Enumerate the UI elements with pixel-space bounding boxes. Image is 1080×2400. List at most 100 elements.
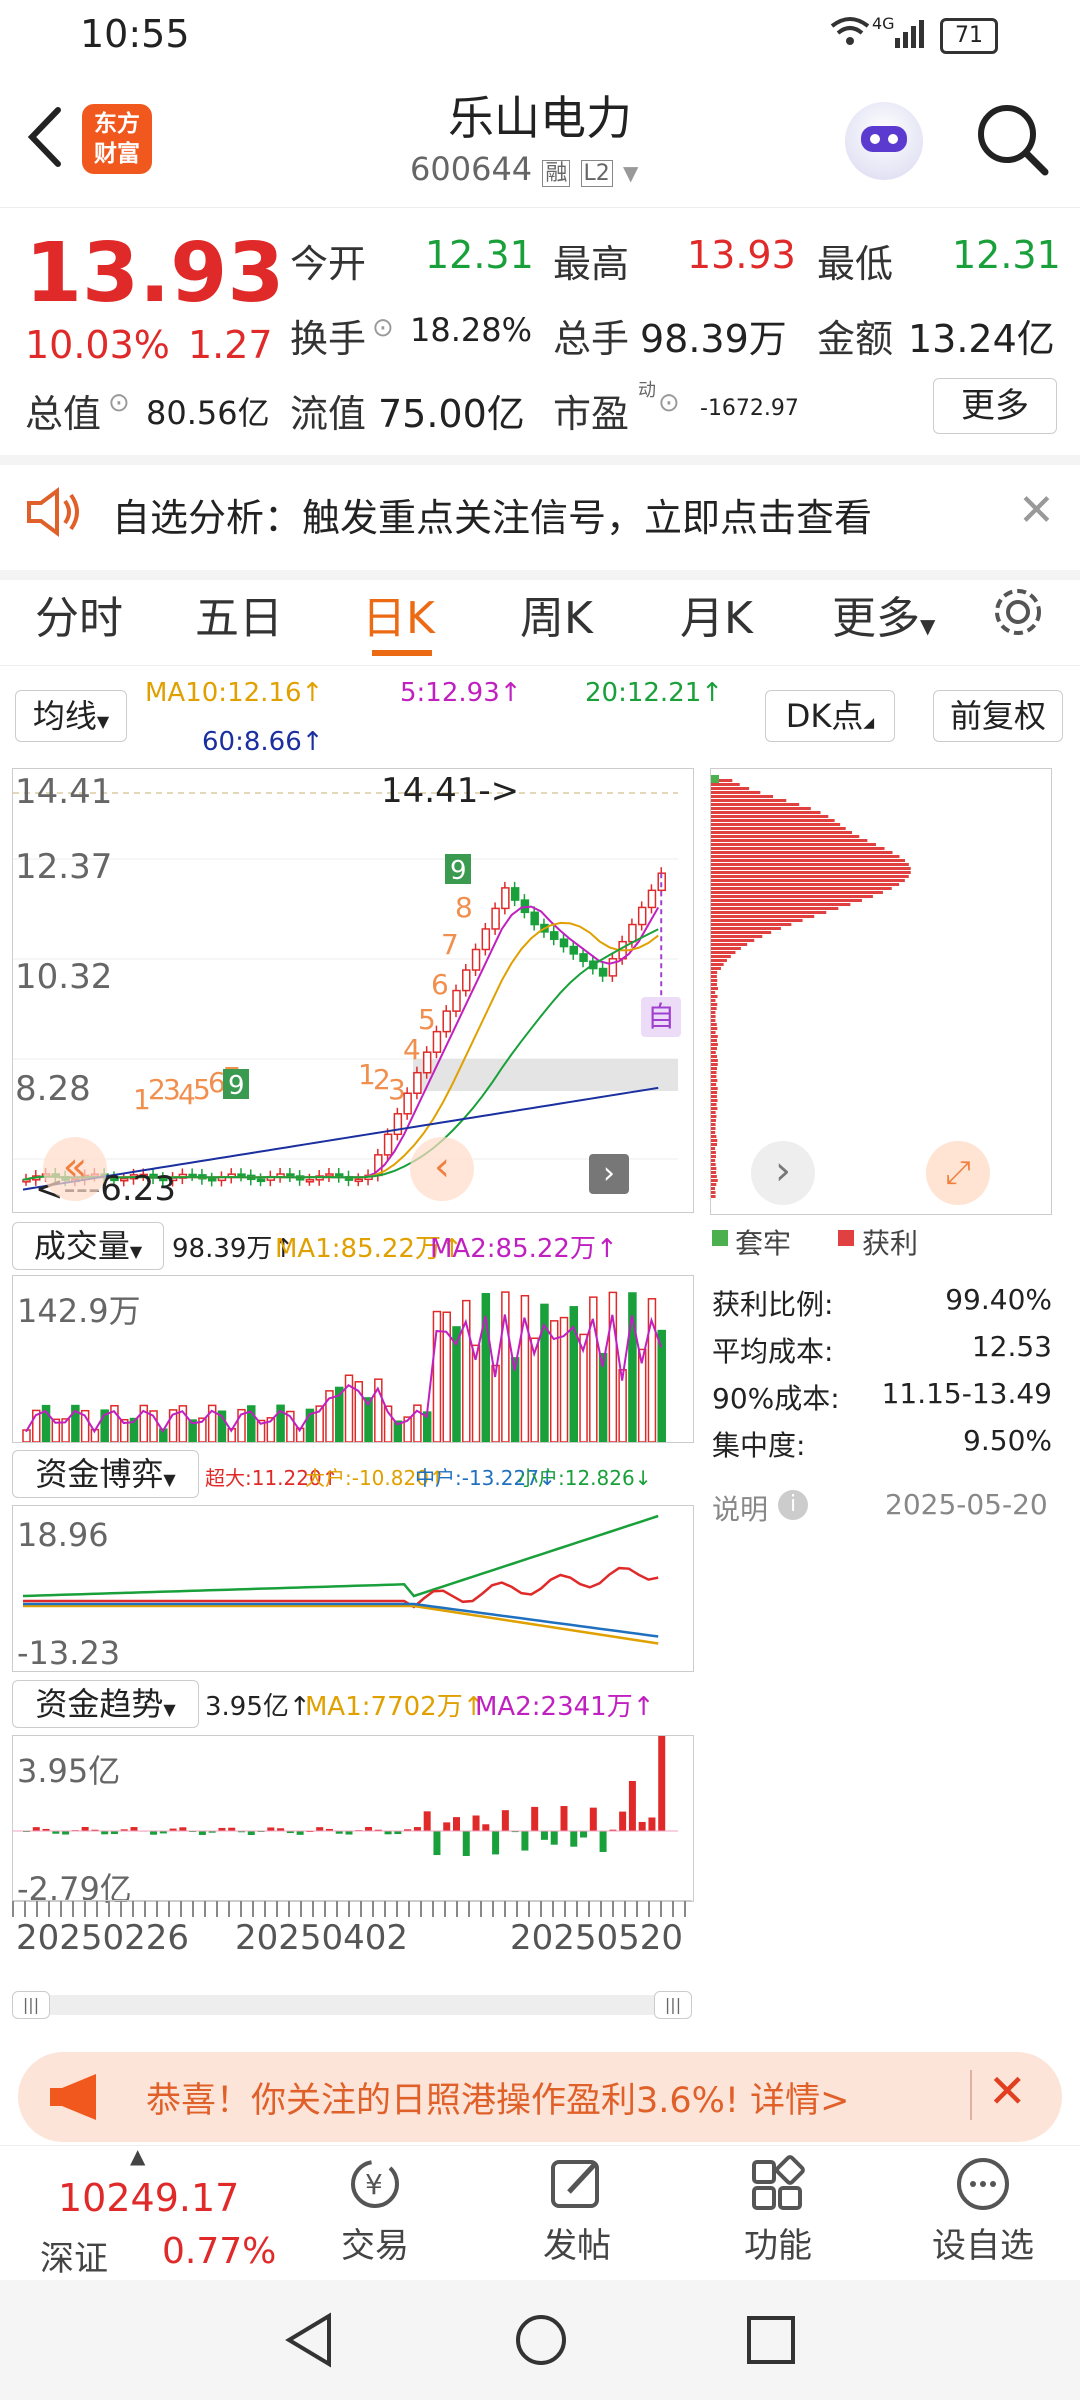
- chip-stats: 获利比例: 99.40% 平均成本: 12.53 90%成本: 11.15-13.49…: [712, 1283, 1052, 1471]
- fund-trend-bar: [502, 1810, 509, 1831]
- info-icon[interactable]: ⊙: [658, 388, 680, 418]
- volume-bar: [658, 1331, 665, 1442]
- chip-bar: [711, 915, 814, 918]
- candle: [326, 1174, 333, 1176]
- stock-code-row[interactable]: 600644 融 L2 ▼: [410, 150, 638, 188]
- adjust-button[interactable]: 前复权: [933, 690, 1063, 742]
- volume-selector[interactable]: 成交量▼: [12, 1222, 164, 1270]
- close-icon[interactable]: ✕: [1018, 485, 1055, 536]
- fund-game-selector[interactable]: 资金博弈▼: [12, 1450, 199, 1498]
- rewind-icon[interactable]: «: [43, 1137, 107, 1201]
- chip-bar: [711, 1155, 716, 1158]
- tab-more[interactable]: 更多▼: [832, 582, 935, 646]
- close-icon[interactable]: ✕: [988, 2064, 1027, 2118]
- fund-trend-ma1: MA1:7702万↑: [305, 1686, 484, 1723]
- chip-bar: [711, 903, 850, 906]
- chip-note-label[interactable]: 说明: [712, 1488, 768, 1528]
- chip-bar: [711, 947, 741, 950]
- chip-bar: [711, 803, 799, 806]
- candle: [648, 890, 655, 907]
- volume-chart[interactable]: 142.9万: [12, 1275, 694, 1443]
- chip-bar: [711, 939, 754, 942]
- kline-chart[interactable]: 12345671234567899 14.41 12.37 10.32 8.28…: [12, 768, 694, 1213]
- index-value[interactable]: 10249.17: [58, 2176, 239, 2220]
- chip-bar: [711, 1055, 717, 1058]
- chip-bar: [711, 791, 760, 794]
- collapse-arrow-icon[interactable]: ›: [589, 1154, 629, 1194]
- settings-gear-icon[interactable]: [990, 584, 1046, 644]
- info-icon[interactable]: i: [778, 1490, 808, 1520]
- chip-bar: [711, 1075, 716, 1078]
- date-label-2: 20250402: [235, 1918, 408, 1958]
- chip-bar: [711, 1063, 718, 1066]
- dk-point-button[interactable]: DK点◢: [765, 690, 895, 742]
- ma-selector[interactable]: 均线▼: [15, 690, 127, 742]
- fund-game-chart[interactable]: 18.96 -13.23: [12, 1505, 694, 1672]
- fund-trend-bar: [658, 1736, 665, 1831]
- tab-five-day[interactable]: 五日: [195, 582, 283, 646]
- chip-distribution[interactable]: › ⤢: [710, 768, 1052, 1215]
- fund-trend-chart[interactable]: 3.95亿 -2.79亿: [12, 1735, 694, 1902]
- promo-banner[interactable]: 恭喜！你关注的日照港操作盈利3.6%! 详情> ✕: [18, 2052, 1062, 2142]
- robot-avatar-icon[interactable]: [845, 102, 923, 180]
- chevron-left-icon[interactable]: ‹: [410, 1137, 474, 1201]
- expand-icon[interactable]: ⤢: [926, 1141, 990, 1205]
- td-badge: 4: [403, 1033, 421, 1066]
- tab-monthly-k[interactable]: 月K: [680, 582, 753, 646]
- chevron-right-icon[interactable]: ›: [751, 1141, 815, 1205]
- chip-bar: [711, 1191, 716, 1194]
- info-icon[interactable]: ⊙: [108, 388, 130, 418]
- chip-bar: [711, 1127, 716, 1130]
- nav-recents-icon[interactable]: [745, 2314, 797, 2370]
- range-handle-right[interactable]: |||: [654, 1991, 692, 2019]
- ma-line-20: [23, 929, 658, 1180]
- nav-add-watchlist[interactable]: 设自选: [918, 2154, 1048, 2267]
- fund-game-selector-label: 资金博弈: [35, 1455, 163, 1493]
- megaphone-icon: [46, 2072, 106, 2126]
- fund-trend-selector[interactable]: 资金趋势▼: [12, 1680, 199, 1728]
- nav-back-icon[interactable]: [283, 2312, 335, 2372]
- fund-trend-bar: [639, 1822, 646, 1831]
- candle: [453, 991, 460, 1012]
- nav-functions[interactable]: 功能: [718, 2154, 838, 2267]
- chip-bar: [711, 951, 735, 954]
- fund-trend-bar: [248, 1831, 255, 1835]
- chip-bar: [711, 1139, 717, 1142]
- chip-bar: [711, 1027, 717, 1030]
- tab-daily-k[interactable]: 日K: [362, 582, 435, 646]
- candle: [639, 907, 646, 924]
- range-slider[interactable]: ||| |||: [12, 1995, 692, 2015]
- chip-bar: [711, 1179, 718, 1182]
- info-icon[interactable]: ⊙: [372, 313, 394, 343]
- bottom-nav: ▲ 10249.17 深证 0.77% ¥ 交易 发帖 功能 设自选: [0, 2145, 1080, 2281]
- fund-small: 小户:12.826↓: [518, 1462, 651, 1491]
- turnover-value: 18.28%: [410, 311, 532, 349]
- trend-y-top: 3.95亿: [17, 1746, 120, 1792]
- nav-trade[interactable]: ¥ 交易: [315, 2154, 435, 2267]
- chip-bar: [711, 1187, 715, 1190]
- candle: [443, 1011, 450, 1032]
- chip-bar: [711, 887, 892, 890]
- more-button[interactable]: 更多: [933, 378, 1057, 434]
- auto-tag[interactable]: 自: [641, 997, 681, 1037]
- chip-bar: [711, 883, 899, 886]
- chip-stat-label: 90%成本:: [712, 1382, 840, 1415]
- tab-intraday[interactable]: 分时: [35, 582, 123, 646]
- index-name[interactable]: 深证: [40, 2231, 108, 2280]
- nav-post[interactable]: 发帖: [517, 2154, 637, 2267]
- search-icon[interactable]: [975, 102, 1051, 182]
- chip-bar: [711, 995, 718, 998]
- chip-bar: [711, 1095, 717, 1098]
- chip-stat-row: 集中度: 9.50%: [712, 1424, 1052, 1471]
- candle: [238, 1174, 245, 1176]
- range-handle-left[interactable]: |||: [12, 1991, 50, 2019]
- ma-line-10: [23, 923, 658, 1180]
- nav-home-icon[interactable]: [513, 2312, 569, 2372]
- index-change[interactable]: 0.77%: [162, 2231, 276, 2272]
- last-price: 13.93: [25, 226, 284, 321]
- candle: [600, 969, 607, 976]
- signal-icon: [895, 18, 927, 52]
- tab-weekly-k[interactable]: 周K: [520, 582, 593, 646]
- kline-svg: 12345671234567899: [13, 769, 693, 1212]
- chip-stat-row: 获利比例: 99.40%: [712, 1283, 1052, 1330]
